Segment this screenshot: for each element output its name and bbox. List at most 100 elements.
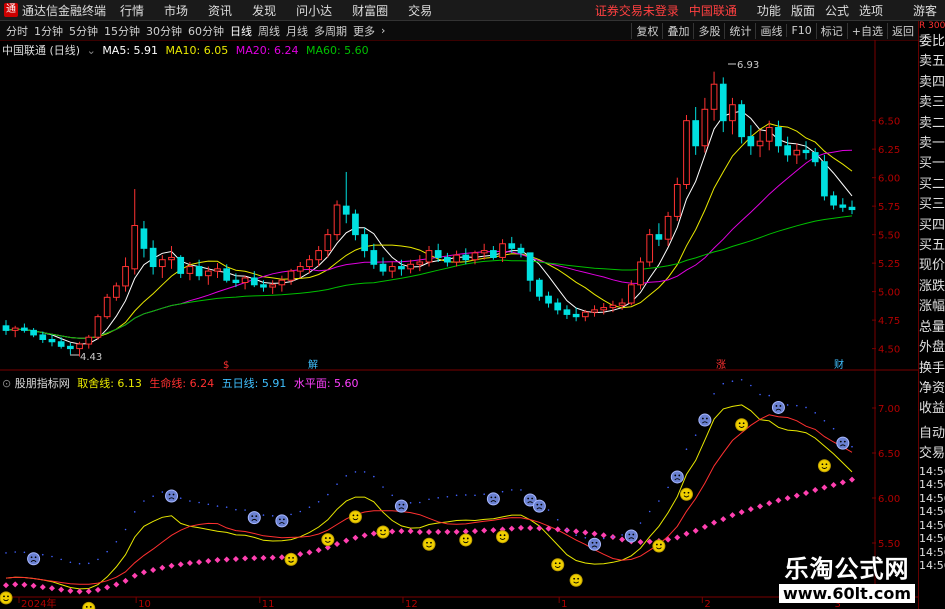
candle-body xyxy=(131,225,139,270)
sidebar-item-change[interactable]: 涨跌 xyxy=(919,277,945,297)
finance-marker[interactable]: 财 xyxy=(834,358,844,371)
trend-dot xyxy=(244,509,246,511)
candle-body xyxy=(581,311,589,318)
candle-down xyxy=(738,100,746,144)
sidebar-item-buy1[interactable]: 买一 xyxy=(919,154,945,174)
trend-dot xyxy=(391,494,394,497)
sidebar-item-earnings[interactable]: 收益 xyxy=(919,399,945,419)
sidebar-item-sell1[interactable]: 卖一 xyxy=(919,134,945,154)
face-eye xyxy=(384,529,386,532)
candle-up xyxy=(729,97,736,135)
indicator-toggle-icon[interactable]: ⊙ xyxy=(2,377,11,390)
water-level-marker xyxy=(536,525,543,532)
water-level-marker xyxy=(766,500,773,507)
happy-face-icon xyxy=(551,558,565,572)
water-level-marker xyxy=(582,529,589,536)
trend-dot xyxy=(823,419,826,422)
candle-body xyxy=(756,140,764,147)
face-eye xyxy=(462,537,465,540)
chevron-down-icon[interactable]: ⌄ xyxy=(87,44,96,57)
sidebar-item-buy3[interactable]: 买三 xyxy=(919,195,945,215)
indicator-name[interactable]: 股朋指标网 xyxy=(15,377,70,390)
candle-body xyxy=(94,316,102,338)
face-circle xyxy=(275,514,289,528)
sidebar-item-outer[interactable]: 外盘 xyxy=(919,338,945,358)
sad-face-icon xyxy=(588,537,602,551)
candle-body xyxy=(333,204,341,236)
face-eye xyxy=(779,405,782,407)
candle-up xyxy=(333,200,341,241)
face-eye xyxy=(683,491,686,494)
happy-face-icon xyxy=(652,539,666,553)
candle-down xyxy=(719,77,727,133)
water-level-marker xyxy=(416,528,423,535)
trend-dot xyxy=(354,471,357,473)
face-eye xyxy=(628,533,631,536)
price-tick-label: 5.25 xyxy=(878,259,900,270)
sidebar-item-buy2[interactable]: 买二 xyxy=(919,175,945,195)
sidebar-item-buy4[interactable]: 买四 xyxy=(919,216,945,236)
sidebar-item-volume[interactable]: 总量 xyxy=(919,318,945,338)
water-level-marker xyxy=(361,532,368,539)
trend-dot xyxy=(520,489,522,491)
sidebar-item-turnover[interactable]: 换手 xyxy=(919,359,945,379)
face-circle xyxy=(551,558,565,572)
face-circle xyxy=(247,511,261,525)
face-eye xyxy=(85,605,88,608)
happy-face-icon xyxy=(459,533,473,547)
sidebar-item-change-pct[interactable]: 涨幅 xyxy=(919,297,945,317)
sidebar-item-sell3[interactable]: 卖三 xyxy=(919,93,945,113)
trend-dot xyxy=(308,506,311,508)
sidebar-item-sell5[interactable]: 卖五 xyxy=(919,52,945,72)
dividend-marker[interactable]: $ xyxy=(223,360,229,371)
candle-up xyxy=(85,334,93,349)
sidebar-item-auto[interactable]: 自动 xyxy=(919,424,945,444)
sidebar-item-price[interactable]: 现价 xyxy=(919,256,945,276)
stock-title[interactable]: 中国联通 (日线) xyxy=(2,44,80,57)
trend-dot xyxy=(97,558,99,561)
sidebar-item-weibi[interactable]: 委比 xyxy=(919,32,945,52)
trend-dot xyxy=(556,518,559,521)
face-eye xyxy=(324,537,327,539)
candle-down xyxy=(21,323,28,333)
face-eye xyxy=(503,534,506,537)
candle-down xyxy=(563,305,571,319)
candle-body xyxy=(39,334,47,340)
water-level-marker xyxy=(21,581,28,588)
date-tick-label: 12 xyxy=(405,599,418,609)
watermark: 乐淘公式网 www.60lt.com xyxy=(778,549,915,603)
candle-down xyxy=(784,136,791,162)
trend-dot xyxy=(69,561,72,564)
water-level-marker xyxy=(297,551,304,558)
sidebar-item-sell2[interactable]: 卖二 xyxy=(919,114,945,134)
limit-up-marker[interactable]: 涨 xyxy=(716,359,726,371)
candle-up xyxy=(241,275,249,290)
face-eye xyxy=(775,405,778,407)
candle-body xyxy=(508,243,516,249)
sidebar-item-trade[interactable]: 交易 xyxy=(919,444,945,464)
high-annotation: 6.93 xyxy=(737,60,759,71)
sidebar-item-buy5[interactable]: 买五 xyxy=(919,236,945,256)
chart-canvas[interactable]: 4.504.755.005.255.505.756.006.256.50 5.5… xyxy=(0,0,918,609)
face-eye xyxy=(380,529,382,532)
sad-face-icon xyxy=(165,489,179,503)
face-eye xyxy=(742,422,745,425)
trend-dot xyxy=(124,528,127,531)
unlock-marker[interactable]: 解 xyxy=(308,358,318,371)
sidebar-item-sell4[interactable]: 卖四 xyxy=(919,73,945,93)
candle-body xyxy=(67,345,74,350)
candle-body xyxy=(434,250,442,258)
sidebar-item-net-assets[interactable]: 净资 xyxy=(919,379,945,399)
trend-dot xyxy=(161,491,164,493)
candle-down xyxy=(2,320,10,335)
face-eye xyxy=(687,491,690,494)
trend-dot xyxy=(317,500,320,503)
sad-face-icon xyxy=(486,492,500,506)
trend-dot xyxy=(115,540,118,543)
face-circle xyxy=(569,573,583,587)
candle-body xyxy=(250,277,258,286)
candle-down xyxy=(149,240,157,275)
indicator-tick-label: 6.50 xyxy=(878,449,900,460)
trend-dot xyxy=(602,537,605,540)
candle-body xyxy=(765,127,773,142)
